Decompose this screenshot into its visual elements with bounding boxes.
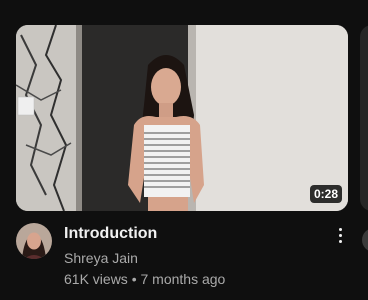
channel-avatar[interactable]	[16, 223, 52, 259]
stats-separator: •	[131, 271, 137, 287]
upload-age: 7 months ago	[140, 271, 226, 287]
video-title[interactable]: Introduction	[64, 224, 324, 244]
duration-badge: 0:28	[309, 185, 342, 203]
video-feed-page: 0:28 Introduction Shreya Jain 61K views …	[0, 0, 368, 300]
video-details: Introduction Shreya Jain 61K views • 7 m…	[64, 224, 324, 288]
thumbnail-image	[16, 25, 348, 211]
more-vert-icon[interactable]	[330, 224, 350, 246]
video-thumbnail[interactable]: 0:28	[16, 25, 348, 211]
video-stats: 61K views • 7 months ago	[64, 270, 324, 288]
next-video-thumbnail-edge[interactable]	[360, 25, 368, 211]
view-count: 61K views	[64, 271, 128, 287]
avatar-image	[16, 223, 52, 259]
next-video-avatar-edge[interactable]	[362, 228, 368, 252]
channel-name[interactable]: Shreya Jain	[64, 249, 324, 267]
